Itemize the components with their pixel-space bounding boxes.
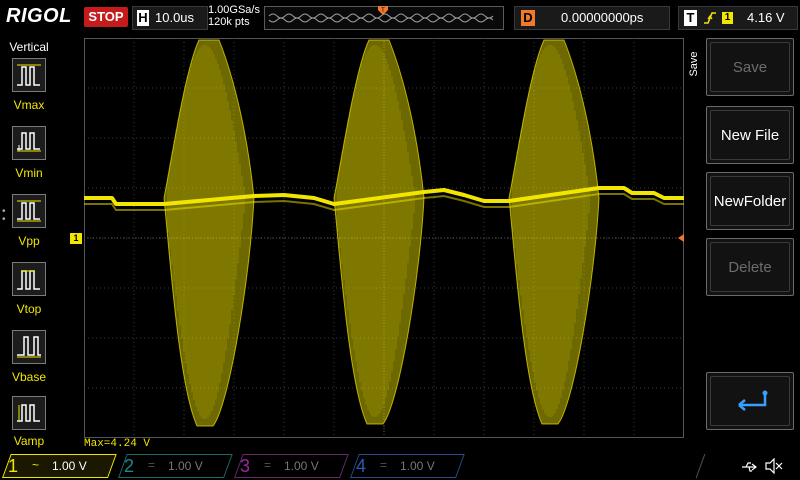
trigger-source-channel: 1	[722, 12, 733, 24]
dc-coupling-icon: =	[148, 458, 156, 472]
measure-vtop-button[interactable]	[12, 262, 46, 296]
enter-button[interactable]	[706, 372, 794, 430]
ch3-number: 3	[240, 456, 251, 476]
trigger-label: T	[684, 10, 697, 26]
trigger-position-icon: T	[378, 6, 388, 15]
ch4-tab[interactable]: 4 = 1.00 V	[350, 454, 466, 478]
timebase-value: 10.0us	[155, 10, 195, 25]
dc-coupling-icon: =	[264, 458, 272, 472]
measure-vpp-label: Vpp	[18, 234, 40, 248]
ch2-number: 2	[124, 456, 135, 476]
ch3-tab[interactable]: 3 = 1.00 V	[234, 454, 350, 478]
save-button[interactable]: Save	[706, 38, 794, 96]
measure-vamp-label: Vamp	[13, 434, 45, 448]
delete-button-label: Delete	[728, 258, 772, 276]
vbase-icon	[17, 336, 41, 358]
save-button-label: Save	[732, 58, 768, 76]
delete-button[interactable]: Delete	[706, 238, 794, 296]
waveform-graticule	[84, 38, 684, 438]
dc-coupling-icon: =	[380, 458, 388, 472]
top-status-bar: RIGOL STOP H 10.0us 1.00GSa/s 120k pts T…	[0, 0, 800, 36]
new-file-button[interactable]: New File	[706, 106, 794, 164]
measurement-result: Max=4.24 V	[84, 438, 151, 450]
measure-vbase-button[interactable]	[12, 330, 46, 364]
ch1-number: 1	[8, 456, 19, 476]
sample-rate: 1.00GSa/s	[208, 4, 260, 16]
measure-vamp-button[interactable]	[12, 396, 46, 430]
menu-tab: Save	[686, 38, 702, 98]
measure-vmin-button[interactable]	[12, 126, 46, 160]
measure-vmin-label: Vmin	[15, 166, 43, 180]
menu-title: Save	[688, 51, 700, 77]
ac-coupling-icon: ~	[32, 458, 40, 472]
speaker-muted-icon	[765, 458, 783, 474]
ch4-number: 4	[356, 456, 367, 476]
ch1-tab[interactable]: 1 ~ 1.00 V	[2, 454, 118, 478]
run-stop-button[interactable]: STOP	[84, 7, 128, 27]
acquisition-info: 1.00GSa/s 120k pts	[208, 4, 260, 28]
new-folder-button[interactable]: NewFolder	[706, 172, 794, 230]
measure-vmax-button[interactable]	[12, 58, 46, 92]
vmin-icon	[17, 132, 41, 152]
timebase-box[interactable]: H 10.0us	[132, 6, 208, 30]
measure-vtop-label: Vtop	[16, 302, 42, 316]
trigger-level-marker	[678, 234, 684, 242]
ch3-scale: 1.00 V	[284, 459, 319, 473]
usb-icon	[742, 462, 757, 472]
enter-return-icon	[738, 390, 768, 411]
new-file-button-label: New File	[720, 126, 780, 144]
svg-text:T: T	[381, 8, 385, 14]
measure-vmax-label: Vmax	[13, 98, 45, 112]
ch2-scale: 1.00 V	[168, 459, 203, 473]
vtop-icon	[17, 270, 40, 290]
memory-depth: 120k pts	[208, 16, 250, 28]
softkey-menu: Save Save New File NewFolder Delete	[686, 38, 800, 438]
trigger-level: 4.16 V	[747, 10, 785, 25]
delay-value: 0.00000000ps	[561, 10, 644, 25]
measure-vbase-label: Vbase	[11, 370, 47, 384]
delay-box[interactable]: D 0.00000000ps	[514, 6, 670, 30]
ch4-scale: 1.00 V	[400, 459, 435, 473]
memory-overview-strip[interactable]: T	[264, 6, 504, 30]
measure-panel-title: Vertical	[9, 40, 49, 54]
scroll-indicator-dots: • •	[2, 206, 6, 225]
ch2-tab[interactable]: 2 = 1.00 V	[118, 454, 234, 478]
trigger-box[interactable]: T 1 4.16 V	[678, 6, 798, 30]
horizontal-label: H	[137, 10, 149, 26]
channel-status-bar: 1 ~ 1.00 V 2 = 1.00 V 3 = 1.00 V 4 = 1.0…	[0, 452, 800, 480]
new-folder-button-label: NewFolder	[713, 192, 787, 210]
ch1-scale: 1.00 V	[52, 459, 87, 473]
measure-panel: Vertical Vmax Vmin Vpp Vtop Vbase Vamp •…	[0, 36, 58, 452]
rising-edge-icon	[704, 12, 716, 24]
vpp-icon	[17, 200, 41, 222]
measure-vpp-button[interactable]	[12, 194, 46, 228]
ch1-offset-marker[interactable]: 1	[70, 233, 82, 244]
delay-label: D	[521, 10, 535, 26]
vmax-icon	[17, 64, 41, 86]
waveform-display[interactable]	[84, 38, 684, 438]
vamp-icon	[17, 404, 40, 422]
brand-logo: RIGOL	[6, 5, 72, 27]
